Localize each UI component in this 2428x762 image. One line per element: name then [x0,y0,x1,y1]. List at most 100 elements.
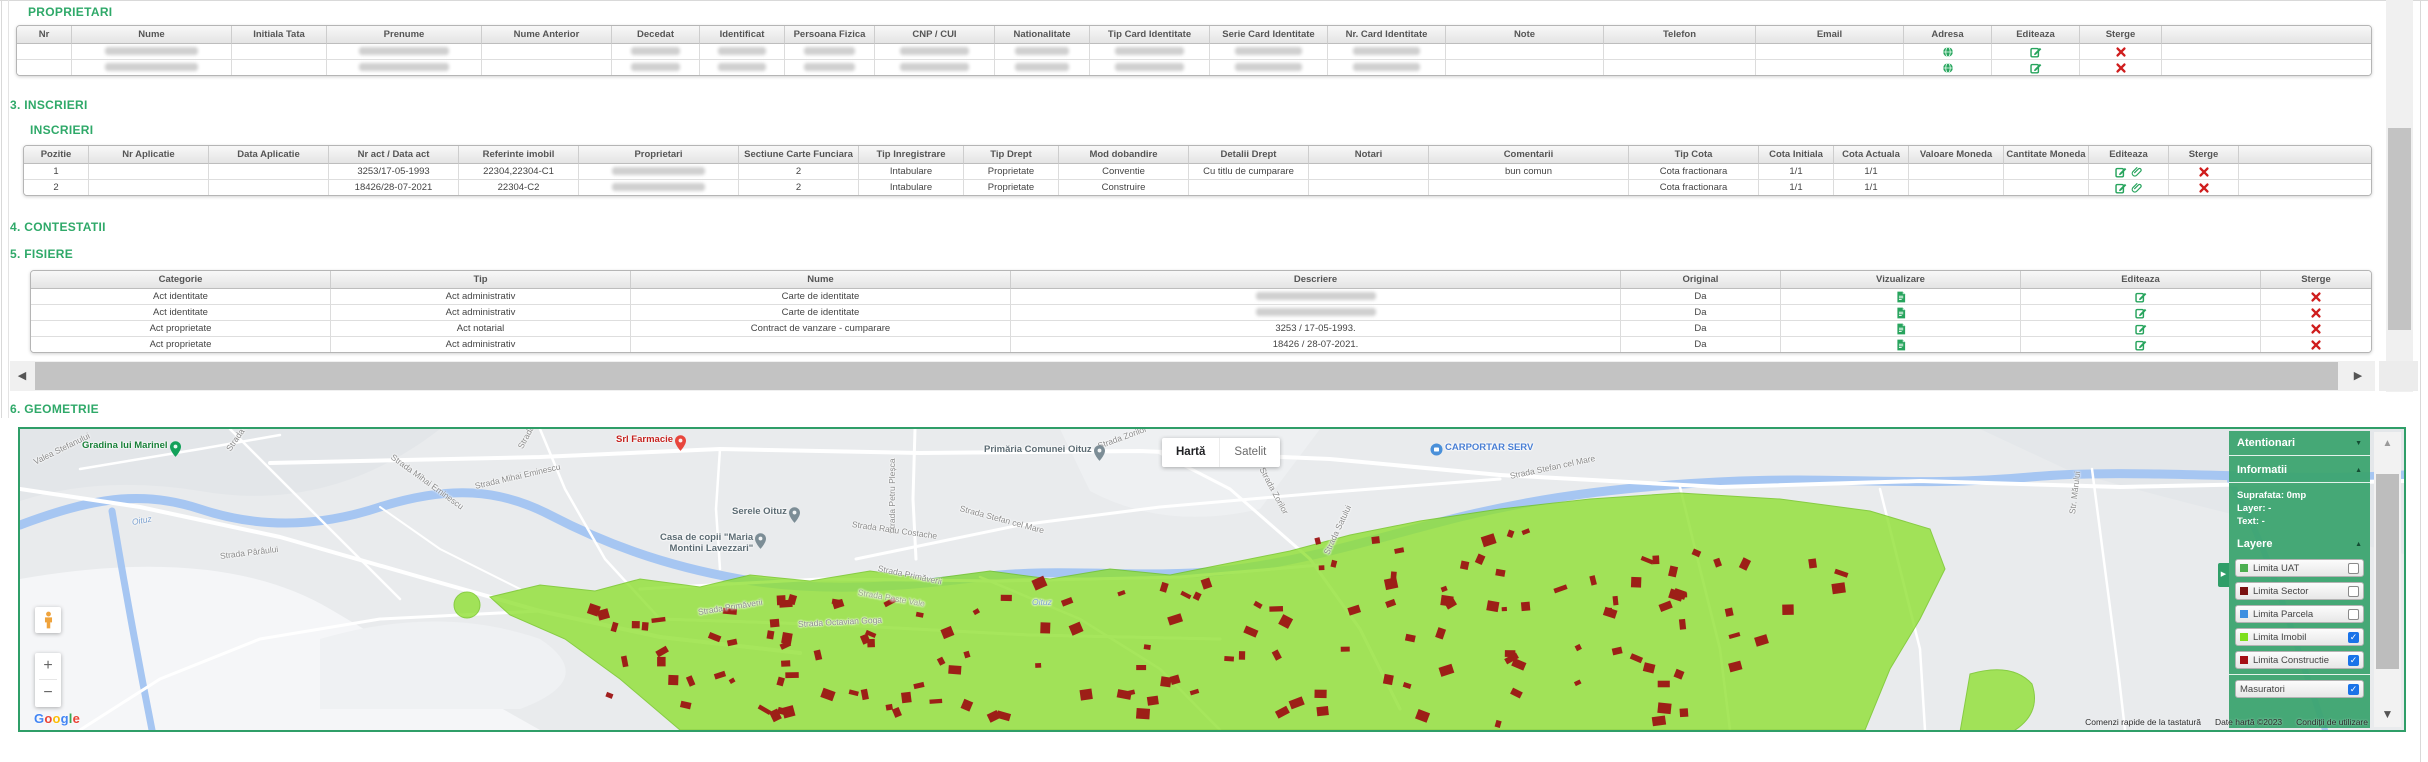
chevron-up-icon: ▲ [2355,541,2362,548]
keyboard-shortcuts-link[interactable]: Comenzi rapide de la tastatură [2085,717,2201,727]
edit-icon[interactable] [2135,307,2147,319]
cell: 2 [739,180,859,195]
panel-collapse-tab[interactable]: ▶ [2218,563,2229,587]
map-poi[interactable]: Casa de copii "MariaMontini Lavezzari" [660,533,768,554]
column-header-filler [2162,26,2371,44]
panel-section-informatii[interactable]: Informatii ▲ [2229,458,2370,480]
layer-checkbox[interactable]: ✓ [2348,632,2359,643]
action-cell [1992,60,2080,75]
layer-item-masuratori[interactable]: Masuratori✓ [2235,680,2364,698]
layer-item-limita-uat[interactable]: Limita UAT [2235,559,2364,577]
pegman-streetview-button[interactable] [35,607,61,633]
edit-icon[interactable] [2030,46,2042,58]
panel-divider [2229,482,2370,483]
poi-pin-icon [1094,445,1105,461]
action-cell [2169,164,2239,180]
cell: 22304-C2 [459,180,579,195]
map-poi[interactable]: Serele Oituz [732,507,802,528]
layer-checkbox[interactable] [2348,563,2359,574]
panel-scroll-down-icon[interactable]: ▼ [2374,707,2401,721]
scroll-right-icon[interactable]: ▶ [2346,361,2370,391]
panel-section-layere[interactable]: Layere ▲ [2229,532,2370,554]
panel-info-line: Suprafata: 0mp [2237,489,2362,502]
google-logo[interactable]: Google [34,711,80,726]
action-cell [1904,44,1992,60]
map-poi[interactable]: Srl Farmacie [616,435,688,456]
layer-item-limita-constructie[interactable]: Limita Constructie✓ [2235,651,2364,669]
horizontal-scrollbar-thumb[interactable] [35,362,2338,390]
column-header: Sterge [2080,26,2162,44]
pegman-icon [43,611,54,629]
x-icon[interactable] [2115,46,2127,58]
layer-item-limita-imobil[interactable]: Limita Imobil✓ [2235,628,2364,646]
cell [1756,60,1904,75]
column-header: Nr. Card Identitate [1328,26,1446,44]
panel-section-label: Atentionari [2237,437,2295,449]
column-header: CNP / CUI [875,26,995,44]
map-canvas[interactable]: Valea StefanuluiStrada BadinStrada Tudor… [20,429,2404,730]
cell [2162,60,2371,75]
map-poi[interactable]: Gradina lui Marinel [82,441,183,462]
edit-icon[interactable] [2115,166,2127,178]
horizontal-scrollbar[interactable]: ◀ ▶ [10,361,2375,391]
x-icon[interactable] [2198,166,2210,178]
zoom-in-button[interactable]: + [35,653,61,679]
scroll-left-icon[interactable]: ◀ [10,361,34,391]
attach-icon[interactable] [2131,166,2143,178]
x-icon[interactable] [2310,291,2322,303]
redacted-value [105,63,198,71]
panel-section-atentionari[interactable]: Atentionari ▼ [2229,431,2370,453]
x-icon[interactable] [2115,62,2127,74]
doc-icon[interactable] [1895,339,1907,351]
doc-icon[interactable] [1895,307,1907,319]
layer-item-limita-sector[interactable]: Limita Sector [2235,582,2364,600]
panel-scrollbar-thumb[interactable] [2376,474,2399,669]
map-graphics [20,429,2404,730]
layer-checkbox[interactable] [2348,609,2359,620]
edit-icon[interactable] [2135,323,2147,335]
doc-icon[interactable] [1895,291,1907,303]
map-poi[interactable]: Primăria Comunei Oituz [984,445,1107,466]
action-cell [2080,44,2162,60]
layer-label: Limita Constructie [2253,655,2348,666]
doc-icon[interactable] [1895,323,1907,335]
column-header: Valoare Moneda [1909,146,2004,164]
x-icon[interactable] [2310,323,2322,335]
cell: Carte de identitate [631,305,1011,321]
edit-icon[interactable] [2135,291,2147,303]
edit-icon[interactable] [2115,182,2127,194]
layer-checkbox[interactable] [2348,586,2359,597]
land-registry-page: PROPRIETARI NrNumeInitiala TataPrenumeNu… [0,0,2428,762]
panel-scrollbar[interactable]: ▲ ▼ [2374,432,2401,727]
cell: Contract de vanzare - cumparare [631,321,1011,337]
layer-checkbox[interactable]: ✓ [2348,655,2359,666]
layer-color-swatch [2240,656,2248,664]
panel-scroll-up-icon[interactable]: ▲ [2374,438,2401,449]
x-icon[interactable] [2310,339,2322,351]
layer-item-limita-parcela[interactable]: Limita Parcela [2235,605,2364,623]
map-poi[interactable]: CARPORTAR SERV [1428,443,1533,461]
column-header: Telefon [1604,26,1756,44]
globe-icon[interactable] [1942,62,1954,74]
attach-icon[interactable] [2131,182,2143,194]
layer-checkbox[interactable]: ✓ [2348,684,2359,695]
edit-icon[interactable] [2030,62,2042,74]
globe-icon[interactable] [1942,46,1954,58]
cell: 18426 / 28-07-2021. [1011,337,1621,352]
map-type-satellite-button[interactable]: Satelit [1219,438,1280,467]
vertical-scrollbar-thumb[interactable] [2388,128,2411,330]
map-type-map-button[interactable]: Hartă [1162,438,1219,467]
chevron-down-icon: ▼ [2355,440,2362,447]
x-icon[interactable] [2310,307,2322,319]
redacted-cell [612,60,700,75]
vertical-scrollbar[interactable]: ▼ [2386,0,2413,392]
zoom-out-button[interactable]: − [35,680,61,706]
column-header: Serie Card Identitate [1210,26,1328,44]
edit-icon[interactable] [2135,339,2147,351]
terms-of-use-link[interactable]: Condiții de utilizare [2296,717,2368,727]
cell: 1/1 [1759,180,1834,195]
poi-label: Serele Oituz [732,507,787,518]
column-header: Cota Actuala [1834,146,1909,164]
x-icon[interactable] [2198,182,2210,194]
action-cell [2021,321,2261,337]
